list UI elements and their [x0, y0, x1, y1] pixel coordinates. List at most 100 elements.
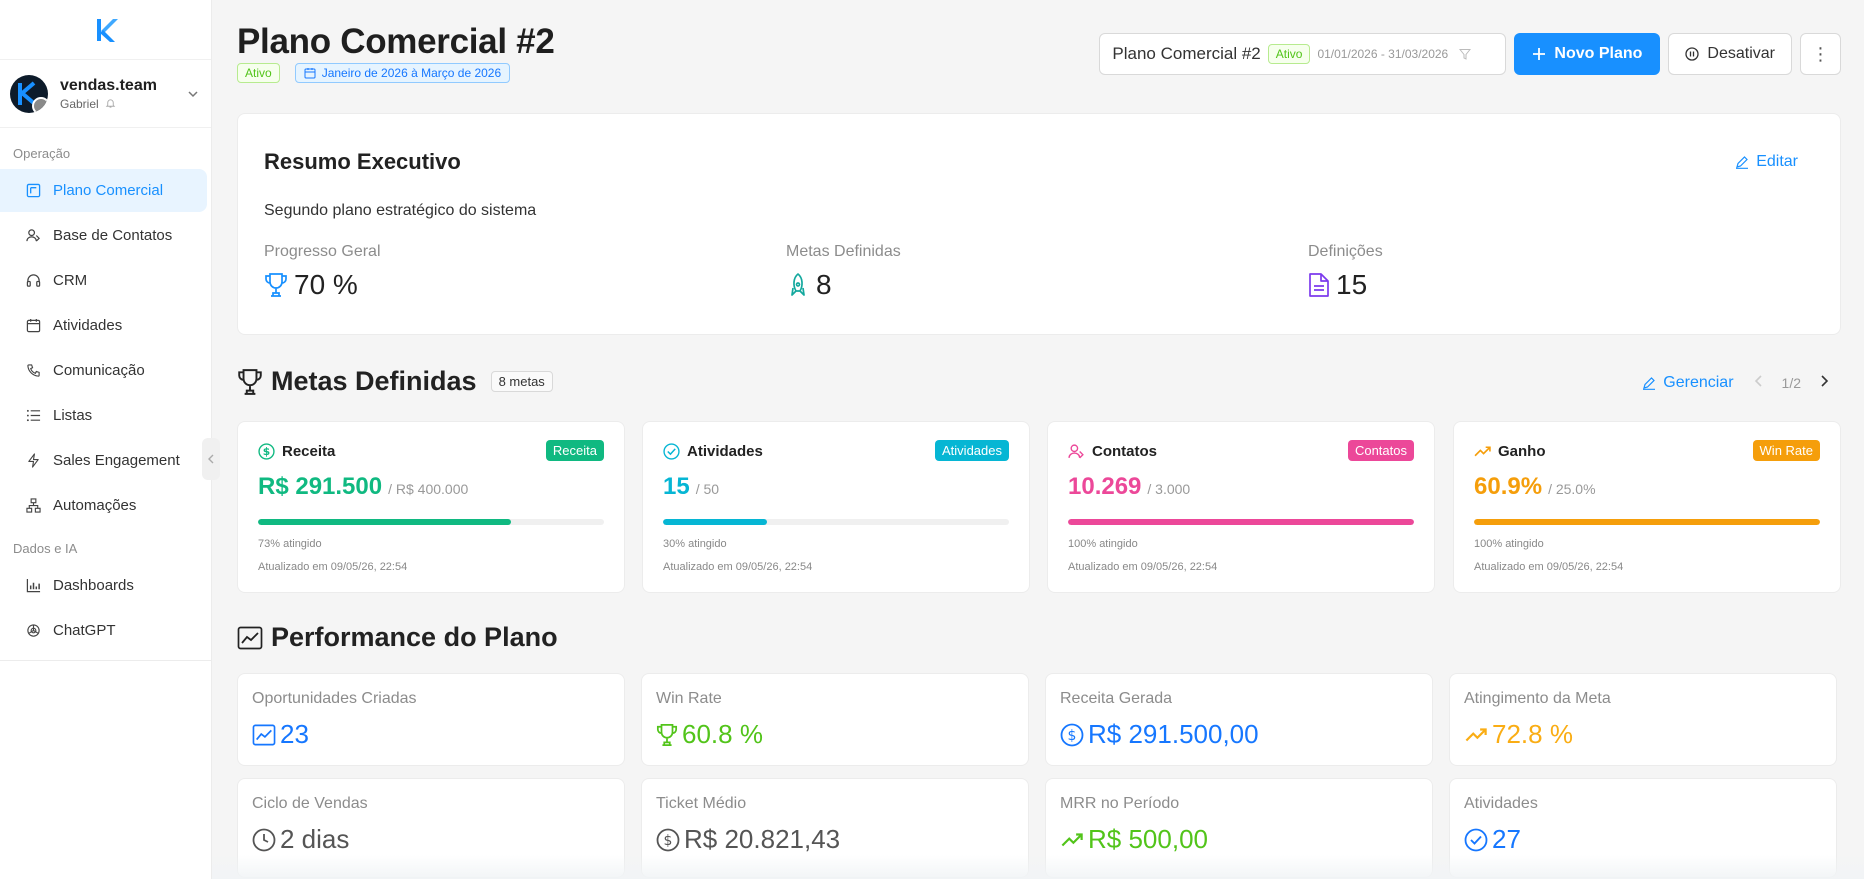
plan-selector[interactable]: Plano Comercial #2 Ativo 01/01/2026 - 31… — [1099, 33, 1507, 75]
filter-icon — [1459, 49, 1472, 60]
sidebar-item-label: Atividades — [53, 317, 123, 334]
more-options-button[interactable]: ⋮ — [1800, 33, 1841, 75]
sidebar-item-label: Listas — [53, 407, 93, 424]
sidebar-item-label: Base de Contatos — [53, 227, 173, 244]
edit-label: Editar — [1756, 153, 1798, 170]
sidebar-item-label: ChatGPT — [53, 622, 116, 639]
perf-label: Ticket Médio — [656, 795, 747, 812]
sidebar-item-plano-comercial[interactable]: Plano Comercial — [0, 169, 207, 212]
stat-value: 70 % — [294, 269, 358, 300]
app-logo[interactable] — [0, 0, 211, 60]
user-name: Gabriel — [60, 96, 99, 111]
new-plan-button[interactable]: Novo Plano — [1514, 33, 1661, 75]
goal-target: / 50 — [695, 481, 720, 497]
sidebar-item-dashboards[interactable]: Dashboards — [0, 564, 207, 607]
goal-type-badge: Contatos — [1347, 440, 1414, 461]
goal-type-badge: Win Rate — [1752, 440, 1820, 461]
sidebar-item-listas[interactable]: Listas — [0, 394, 207, 437]
goal-target: / 25.0% — [1548, 481, 1596, 497]
goal-percent: 100% atingido — [1474, 538, 1544, 550]
next-page-button[interactable] — [1819, 372, 1829, 393]
stat-metas-definidas: Metas Definidas 8 — [786, 243, 901, 301]
trophy-icon — [656, 723, 678, 746]
sidebar-item-atividades[interactable]: Atividades — [0, 304, 207, 347]
goal-card-ganho[interactable]: Ganho Win Rate 60.9% / 25.0% 100% atingi… — [1453, 421, 1841, 593]
pause-circle-icon — [1685, 47, 1700, 61]
perf-card-atingimento: Atingimento da Meta 72.8 % — [1449, 673, 1837, 766]
line-chart-icon — [237, 626, 263, 649]
org-switcher[interactable]: vendas.team Gabriel — [0, 60, 211, 128]
page-header: Plano Comercial #2 Ativo Janeiro de 2026… — [237, 0, 1841, 112]
perf-value: 27 — [1492, 824, 1521, 854]
metas-pagination: 1/2 — [1754, 372, 1829, 393]
perf-value: 23 — [280, 719, 309, 749]
sidebar-item-sales-engagement[interactable]: Sales Engagement — [0, 439, 207, 482]
svg-text:$: $ — [263, 445, 270, 458]
goal-name: Atividades — [687, 443, 763, 460]
org-name: vendas.team — [60, 76, 157, 94]
calendar-icon — [26, 318, 41, 333]
stat-progresso-geral: Progresso Geral 70 % — [264, 243, 381, 301]
svg-text:$: $ — [664, 833, 673, 849]
sidebar-item-label: Automações — [53, 497, 137, 514]
sidebar-collapse-toggle[interactable] — [202, 438, 220, 480]
plus-icon — [1533, 48, 1546, 60]
perf-label: Win Rate — [656, 690, 722, 707]
bar-chart-icon — [26, 578, 41, 593]
line-chart-icon — [252, 724, 276, 745]
chevron-right-icon — [1821, 375, 1829, 387]
goal-updated: Atualizado em 09/05/26, 22:54 — [1474, 561, 1624, 573]
perf-value: 2 dias — [280, 824, 350, 854]
sidebar-item-comunicacao[interactable]: Comunicação — [0, 349, 207, 392]
check-circle-icon — [663, 443, 680, 460]
perf-value: R$ 291.500,00 — [1088, 719, 1259, 749]
edit-icon — [1643, 376, 1656, 390]
goal-card-receita[interactable]: $ Receita Receita R$ 291.500 / R$ 400.00… — [237, 421, 625, 593]
edit-summary-button[interactable]: Editar — [1735, 153, 1798, 171]
goal-type-badge: Atividades — [935, 440, 1009, 461]
goal-value: R$ 291.500 — [258, 473, 383, 500]
goal-value: 10.269 — [1068, 473, 1142, 500]
section-label-dados-e-ia: Dados e IA — [13, 541, 78, 556]
perf-value: R$ 20.821,43 — [684, 824, 841, 854]
chevron-left-icon — [208, 454, 214, 464]
period-text: Janeiro de 2026 à Março de 2026 — [321, 66, 502, 80]
performance-section-header: Performance do Plano — [237, 622, 558, 653]
manage-goals-button[interactable]: Gerenciar — [1642, 374, 1734, 392]
phone-icon — [27, 364, 40, 377]
bell-icon[interactable] — [105, 98, 116, 109]
goal-progress-bar — [663, 519, 1009, 525]
plan-selector-name: Plano Comercial #2 — [1112, 44, 1261, 63]
perf-card-ticket-medio: Ticket Médio $ R$ 20.821,43 — [641, 778, 1029, 878]
goal-card-contatos[interactable]: Contatos Contatos 10.269 / 3.000 100% at… — [1047, 421, 1435, 593]
brand-logo-icon — [96, 18, 118, 42]
goal-target: / R$ 400.000 — [388, 481, 469, 497]
sidebar-item-base-de-contatos[interactable]: Base de Contatos — [0, 214, 207, 257]
sidebar-item-crm[interactable]: CRM — [0, 259, 207, 302]
stat-value: 8 — [816, 269, 832, 300]
metas-title: Metas Definidas — [271, 366, 477, 396]
sidebar-item-chatgpt[interactable]: ChatGPT — [0, 609, 207, 652]
list-icon — [26, 409, 41, 422]
perf-label: Receita Gerada — [1060, 690, 1173, 707]
deactivate-button[interactable]: Desativar — [1668, 33, 1792, 75]
perf-value: R$ 500,00 — [1088, 824, 1208, 854]
sidebar-item-automacoes[interactable]: Automações — [0, 484, 207, 527]
dollar-circle-icon: $ — [656, 828, 680, 851]
sidebar-item-label: Sales Engagement — [53, 452, 180, 469]
metas-section-header: Metas Definidas 8 metas — [237, 366, 553, 397]
user-avatar — [32, 96, 48, 113]
trophy-icon — [265, 273, 287, 297]
goal-card-atividades[interactable]: Atividades Atividades 15 / 50 30% atingi… — [642, 421, 1030, 593]
layout-icon — [26, 183, 41, 198]
svg-text:$: $ — [1068, 728, 1077, 744]
chevron-down-icon[interactable] — [187, 88, 199, 100]
trending-up-icon — [1061, 832, 1083, 846]
dollar-circle-icon: $ — [1060, 723, 1084, 746]
deactivate-label: Desativar — [1707, 45, 1775, 62]
performance-title: Performance do Plano — [271, 622, 558, 652]
prev-page-button[interactable] — [1754, 372, 1764, 393]
perf-card-ciclo-vendas: Ciclo de Vendas 2 dias — [237, 778, 625, 878]
goal-value: 60.9% — [1474, 473, 1543, 500]
goal-progress-bar — [258, 519, 604, 525]
